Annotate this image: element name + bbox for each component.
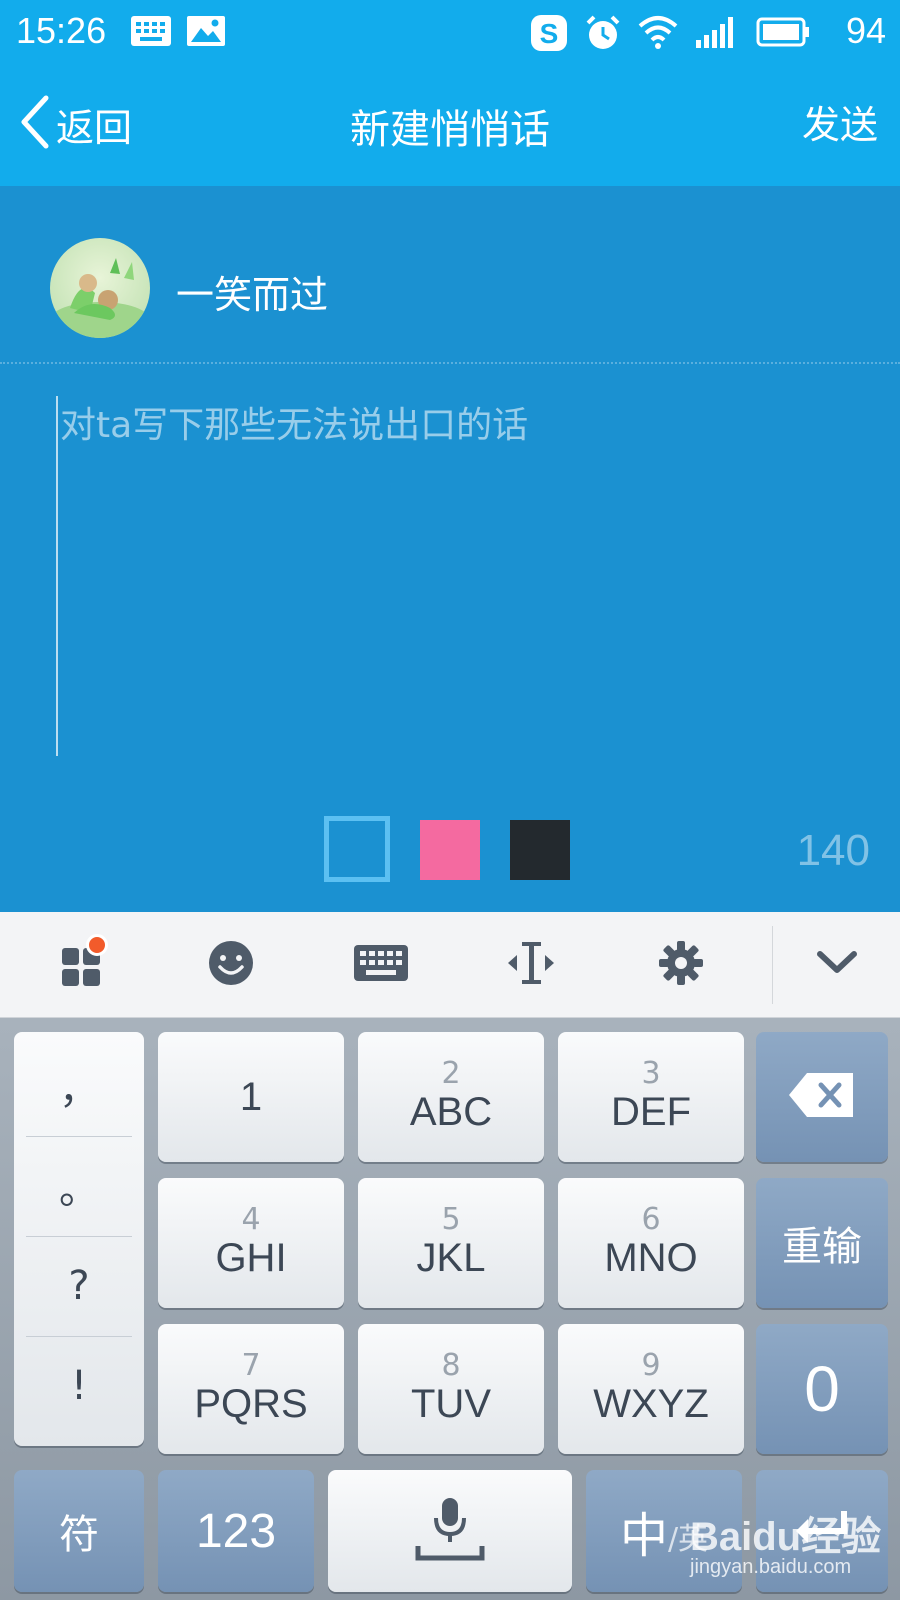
wifi-icon [638, 14, 678, 54]
key-9[interactable]: 9 WXYZ [558, 1324, 744, 1454]
key-4[interactable]: 4 GHI [158, 1178, 344, 1308]
key-3[interactable]: 3 DEF [558, 1032, 744, 1162]
status-bar: 15:26 S 94 [0, 0, 900, 64]
title-bar: 返回 新建悄悄话 发送 [0, 64, 900, 186]
message-input[interactable] [56, 396, 856, 756]
punct-key-comma[interactable]: ， [14, 1036, 144, 1136]
symbol-label: 符 [59, 1513, 99, 1557]
cursor-move-icon [504, 938, 558, 992]
reinput-label: 重输 [782, 1225, 862, 1269]
alarm-icon [584, 14, 622, 56]
symbol-button[interactable]: 符 [14, 1470, 144, 1592]
send-button[interactable]: 发送 [802, 94, 878, 149]
svg-text:S: S [540, 18, 559, 49]
notification-dot [86, 934, 108, 956]
reinput-button[interactable]: 重输 [756, 1178, 888, 1308]
sogou-icon: S [530, 14, 568, 56]
key-1[interactable]: 1 [158, 1032, 344, 1162]
status-time: 15:26 [16, 10, 107, 51]
image-icon [186, 14, 226, 52]
color-swatch-black[interactable] [510, 820, 570, 880]
key-number: 3 [641, 1056, 661, 1091]
space-voice-button[interactable] [328, 1470, 572, 1592]
key-number: 5 [441, 1202, 461, 1237]
enter-icon [792, 1507, 852, 1555]
chevron-left-icon [18, 92, 52, 156]
color-swatch-pink[interactable] [420, 820, 480, 880]
compose-area: 一笑而过 140 [0, 186, 900, 912]
number-mode-button[interactable]: 123 [158, 1470, 314, 1592]
battery-percent: 94 [845, 10, 886, 51]
microphone-icon [410, 1494, 490, 1568]
enter-button[interactable] [756, 1470, 888, 1592]
recipient-name: 一笑而过 [176, 273, 329, 317]
key-letters: MNO [604, 1236, 698, 1280]
key-7[interactable]: 7 PQRS [158, 1324, 344, 1454]
apps-button[interactable] [28, 912, 138, 1018]
key-0[interactable]: 0 [756, 1324, 888, 1454]
key-number: 8 [441, 1348, 461, 1383]
key-letters: JKL [416, 1236, 486, 1280]
keyboard-switch-button[interactable] [326, 912, 436, 1018]
settings-gear-icon [657, 939, 705, 991]
key-8[interactable]: 8 TUV [358, 1324, 544, 1454]
emoji-icon [207, 939, 255, 991]
punct-key-question[interactable]: ? [14, 1236, 144, 1336]
battery-icon [756, 14, 812, 54]
punctuation-column: ， 。 ? ! [14, 1032, 144, 1446]
page-title: 新建悄悄话 [350, 107, 550, 153]
key-letters: TUV [411, 1382, 491, 1426]
divider [0, 362, 900, 364]
backspace-button[interactable] [756, 1032, 888, 1162]
back-button[interactable]: 返回 [18, 94, 132, 154]
key-letters: ABC [409, 1090, 493, 1134]
toolbar-separator [772, 926, 773, 1004]
key-number: 6 [641, 1202, 661, 1237]
keyboard-icon [353, 943, 409, 987]
key-zero-label: 0 [804, 1353, 840, 1425]
char-count: 140 [796, 826, 870, 875]
collapse-keyboard-button[interactable] [782, 912, 892, 1018]
key-number: 4 [241, 1202, 261, 1237]
avatar[interactable] [50, 238, 150, 338]
punct-key-exclaim[interactable]: ! [14, 1336, 144, 1436]
settings-button[interactable] [626, 912, 736, 1018]
language-label: 中 [619, 1510, 668, 1563]
keyboard-toolbar [0, 912, 900, 1018]
back-label: 返回 [56, 105, 133, 150]
key-number: 9 [641, 1348, 661, 1383]
keypad: ， 。 ? ! 1 2 ABC 3 DEF 4 GHI 5 JKL 6 MNO … [0, 1018, 900, 1600]
keyboard-icon [130, 14, 172, 52]
signal-icon [694, 14, 740, 54]
key-6[interactable]: 6 MNO [558, 1178, 744, 1308]
key-2[interactable]: 2 ABC [358, 1032, 544, 1162]
key-number: 2 [441, 1056, 461, 1091]
key-5[interactable]: 5 JKL [358, 1178, 544, 1308]
key-letters: 1 [239, 1075, 263, 1119]
backspace-icon [787, 1071, 857, 1123]
number-mode-label: 123 [195, 1504, 277, 1558]
collapse-chevron-icon [815, 948, 859, 982]
punct-key-period[interactable]: 。 [14, 1136, 144, 1236]
key-letters: WXYZ [593, 1382, 709, 1426]
key-letters: DEF [611, 1090, 691, 1134]
language-switch-button[interactable]: 中 /英 [586, 1470, 742, 1592]
key-number: 7 [241, 1348, 261, 1383]
emoji-button[interactable] [176, 912, 286, 1018]
key-letters: PQRS [194, 1382, 308, 1426]
language-alt-label: /英 [667, 1522, 709, 1557]
key-letters: GHI [215, 1236, 287, 1280]
cursor-move-button[interactable] [476, 912, 586, 1018]
color-swatch-blue[interactable] [324, 816, 390, 882]
